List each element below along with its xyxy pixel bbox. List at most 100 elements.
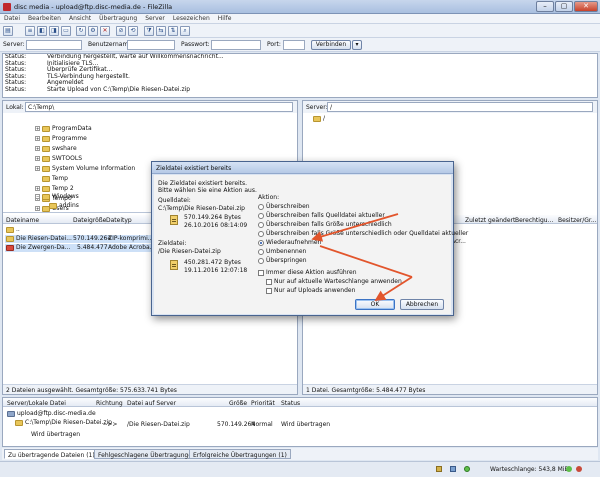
- tree-item[interactable]: Temp: [42, 175, 68, 182]
- menu-ansicht[interactable]: Ansicht: [65, 14, 95, 23]
- window-title: disc media - upload@ftp.disc-media.de - …: [14, 3, 173, 11]
- site-manager-icon[interactable]: ▤: [3, 26, 13, 36]
- expand-icon[interactable]: −: [35, 194, 40, 199]
- queue-item-row[interactable]: C:\Temp\Die Riesen-Datei.zip: [15, 419, 112, 427]
- menu-hilfe[interactable]: Hilfe: [214, 14, 236, 23]
- tab-queued-files[interactable]: Zu übertragende Dateien (1): [4, 449, 99, 459]
- col-remote-file[interactable]: Datei auf Server: [127, 400, 176, 407]
- expand-icon[interactable]: +: [35, 166, 40, 171]
- sync-browse-icon[interactable]: ⇅: [168, 26, 178, 36]
- close-button[interactable]: ✕: [574, 1, 598, 12]
- remote-path-input[interactable]: /: [327, 102, 593, 112]
- tree-item[interactable]: + Programme: [35, 135, 87, 142]
- radio-icon[interactable]: [258, 257, 264, 264]
- port-input[interactable]: [283, 40, 305, 50]
- menu-server[interactable]: Server: [141, 14, 169, 23]
- zip-file-icon: [15, 419, 23, 426]
- local-path-input[interactable]: C:\Temp\: [25, 102, 293, 112]
- file-row[interactable]: Die Riesen-Datei... 570.149.264 ZIP-komp…: [5, 235, 155, 243]
- target-date: 19.11.2016 12:07:18: [184, 267, 248, 274]
- option-skip[interactable]: Überspringen: [258, 257, 307, 265]
- tree-item[interactable]: + SWTOOLS: [35, 155, 82, 162]
- col-owner[interactable]: Besitzer/Gr...: [558, 217, 597, 224]
- remote-root-item[interactable]: /: [313, 115, 325, 122]
- queue-sub-status: Wird übertragen: [31, 431, 81, 438]
- radio-icon[interactable]: [258, 203, 264, 210]
- radio-icon[interactable]: [258, 248, 264, 255]
- dialog-intro-2: Bitte wählen Sie eine Aktion aus.: [158, 187, 257, 194]
- connect-dropdown-button[interactable]: ▾: [352, 40, 362, 50]
- username-input[interactable]: [127, 40, 175, 50]
- toggle-queue-icon[interactable]: ▭: [61, 26, 71, 36]
- minimize-button[interactable]: –: [536, 1, 554, 12]
- menu-datei[interactable]: Datei: [0, 14, 24, 23]
- title-bar: disc media - upload@ftp.disc-media.de - …: [0, 0, 600, 14]
- toggle-log-icon[interactable]: ≡: [25, 26, 35, 36]
- toggle-local-tree-icon[interactable]: ◧: [37, 26, 47, 36]
- tab-failed-transfers[interactable]: Fehlgeschlagene Übertragungen: [94, 449, 200, 459]
- option-overwrite-if-newer[interactable]: Überschreiben falls Quelldatei aktueller: [258, 212, 385, 220]
- process-queue-icon[interactable]: ⚙: [88, 26, 98, 36]
- toggle-remote-tree-icon[interactable]: ◨: [49, 26, 59, 36]
- file-row[interactable]: Die Zwergen-Da... 5.484.477 Adobe Acroba…: [5, 244, 155, 252]
- password-input[interactable]: [211, 40, 261, 50]
- disconnect-icon[interactable]: ⊘: [116, 26, 126, 36]
- option-overwrite-if-size[interactable]: Überschreiben falls Größe unterschiedlic…: [258, 221, 392, 229]
- ok-button[interactable]: OK: [355, 299, 395, 310]
- menu-lesezeichen[interactable]: Lesezeichen: [169, 14, 214, 23]
- compare-icon[interactable]: ⇆: [156, 26, 166, 36]
- col-permissions[interactable]: Berechtigu...: [515, 217, 553, 224]
- refresh-icon[interactable]: ↻: [76, 26, 86, 36]
- local-path-label: Lokal:: [6, 104, 24, 111]
- col-direction[interactable]: Richtung: [96, 400, 123, 407]
- server-input[interactable]: [26, 40, 82, 50]
- col-filename[interactable]: Dateiname: [6, 217, 39, 224]
- target-size: 450.281.472 Bytes: [184, 259, 241, 266]
- expand-icon[interactable]: +: [35, 126, 40, 131]
- activity-indicator-icon-2: [576, 466, 582, 472]
- col-priority[interactable]: Priorität: [251, 400, 275, 407]
- tree-item[interactable]: + System Volume Information: [35, 165, 135, 172]
- tree-item[interactable]: addins: [49, 202, 79, 209]
- option-overwrite-if-size-or-newer[interactable]: Überschreiben falls Größe unterschiedlic…: [258, 230, 468, 238]
- col-filesize[interactable]: Dateigröße: [73, 217, 106, 224]
- uploads-only-checkbox[interactable]: Nur auf Uploads anwenden: [266, 287, 355, 295]
- option-resume[interactable]: Wiederaufnehmen: [258, 239, 321, 247]
- queue-tabs: Zu übertragende Dateien (1) Fehlgeschlag…: [2, 448, 598, 460]
- radio-icon[interactable]: [258, 221, 264, 228]
- cancel-icon[interactable]: ✕: [100, 26, 110, 36]
- expand-icon[interactable]: +: [35, 156, 40, 161]
- checkbox-icon[interactable]: [266, 287, 272, 294]
- menu-uebertragung[interactable]: Übertragung: [95, 14, 141, 23]
- col-status[interactable]: Status: [281, 400, 300, 407]
- cancel-button[interactable]: Abbrechen: [400, 299, 444, 310]
- current-queue-only-checkbox[interactable]: Nur auf aktuelle Warteschlange anwenden: [266, 278, 402, 286]
- checkbox-icon[interactable]: [258, 269, 264, 276]
- radio-icon[interactable]: [258, 230, 264, 237]
- menu-bearbeiten[interactable]: Bearbeiten: [24, 14, 65, 23]
- tree-item[interactable]: + swshare: [35, 145, 77, 152]
- radio-selected-icon[interactable]: [258, 239, 264, 246]
- file-row[interactable]: ..: [6, 226, 20, 234]
- checkbox-icon[interactable]: [266, 278, 272, 285]
- folder-icon: [42, 135, 50, 142]
- col-modified[interactable]: Zuletzt geändert: [465, 217, 515, 224]
- expand-icon[interactable]: +: [35, 136, 40, 141]
- tree-item[interactable]: + ProgramData: [35, 125, 92, 132]
- filter-icon[interactable]: ⧩: [144, 26, 154, 36]
- reconnect-icon[interactable]: ⟲: [128, 26, 138, 36]
- always-use-action-checkbox[interactable]: Immer diese Aktion ausführen: [258, 269, 357, 277]
- maximize-button[interactable]: ▢: [555, 1, 573, 12]
- connect-button[interactable]: Verbinden: [311, 40, 351, 50]
- option-overwrite[interactable]: Überschreiben: [258, 203, 310, 211]
- col-local-file[interactable]: Server/Lokale Datei: [7, 400, 66, 407]
- expand-icon[interactable]: +: [35, 146, 40, 151]
- search-icon[interactable]: ⌕: [180, 26, 190, 36]
- option-rename[interactable]: Umbenennen: [258, 248, 306, 256]
- tree-item[interactable]: − Windows: [35, 193, 79, 200]
- col-filetype[interactable]: Dateityp: [106, 217, 132, 224]
- col-size[interactable]: Größe: [229, 400, 247, 407]
- tab-successful-transfers[interactable]: Erfolgreiche Übertragungen (1): [189, 449, 291, 459]
- radio-icon[interactable]: [258, 212, 264, 219]
- queue-server-row[interactable]: upload@ftp.disc-media.de: [7, 410, 96, 418]
